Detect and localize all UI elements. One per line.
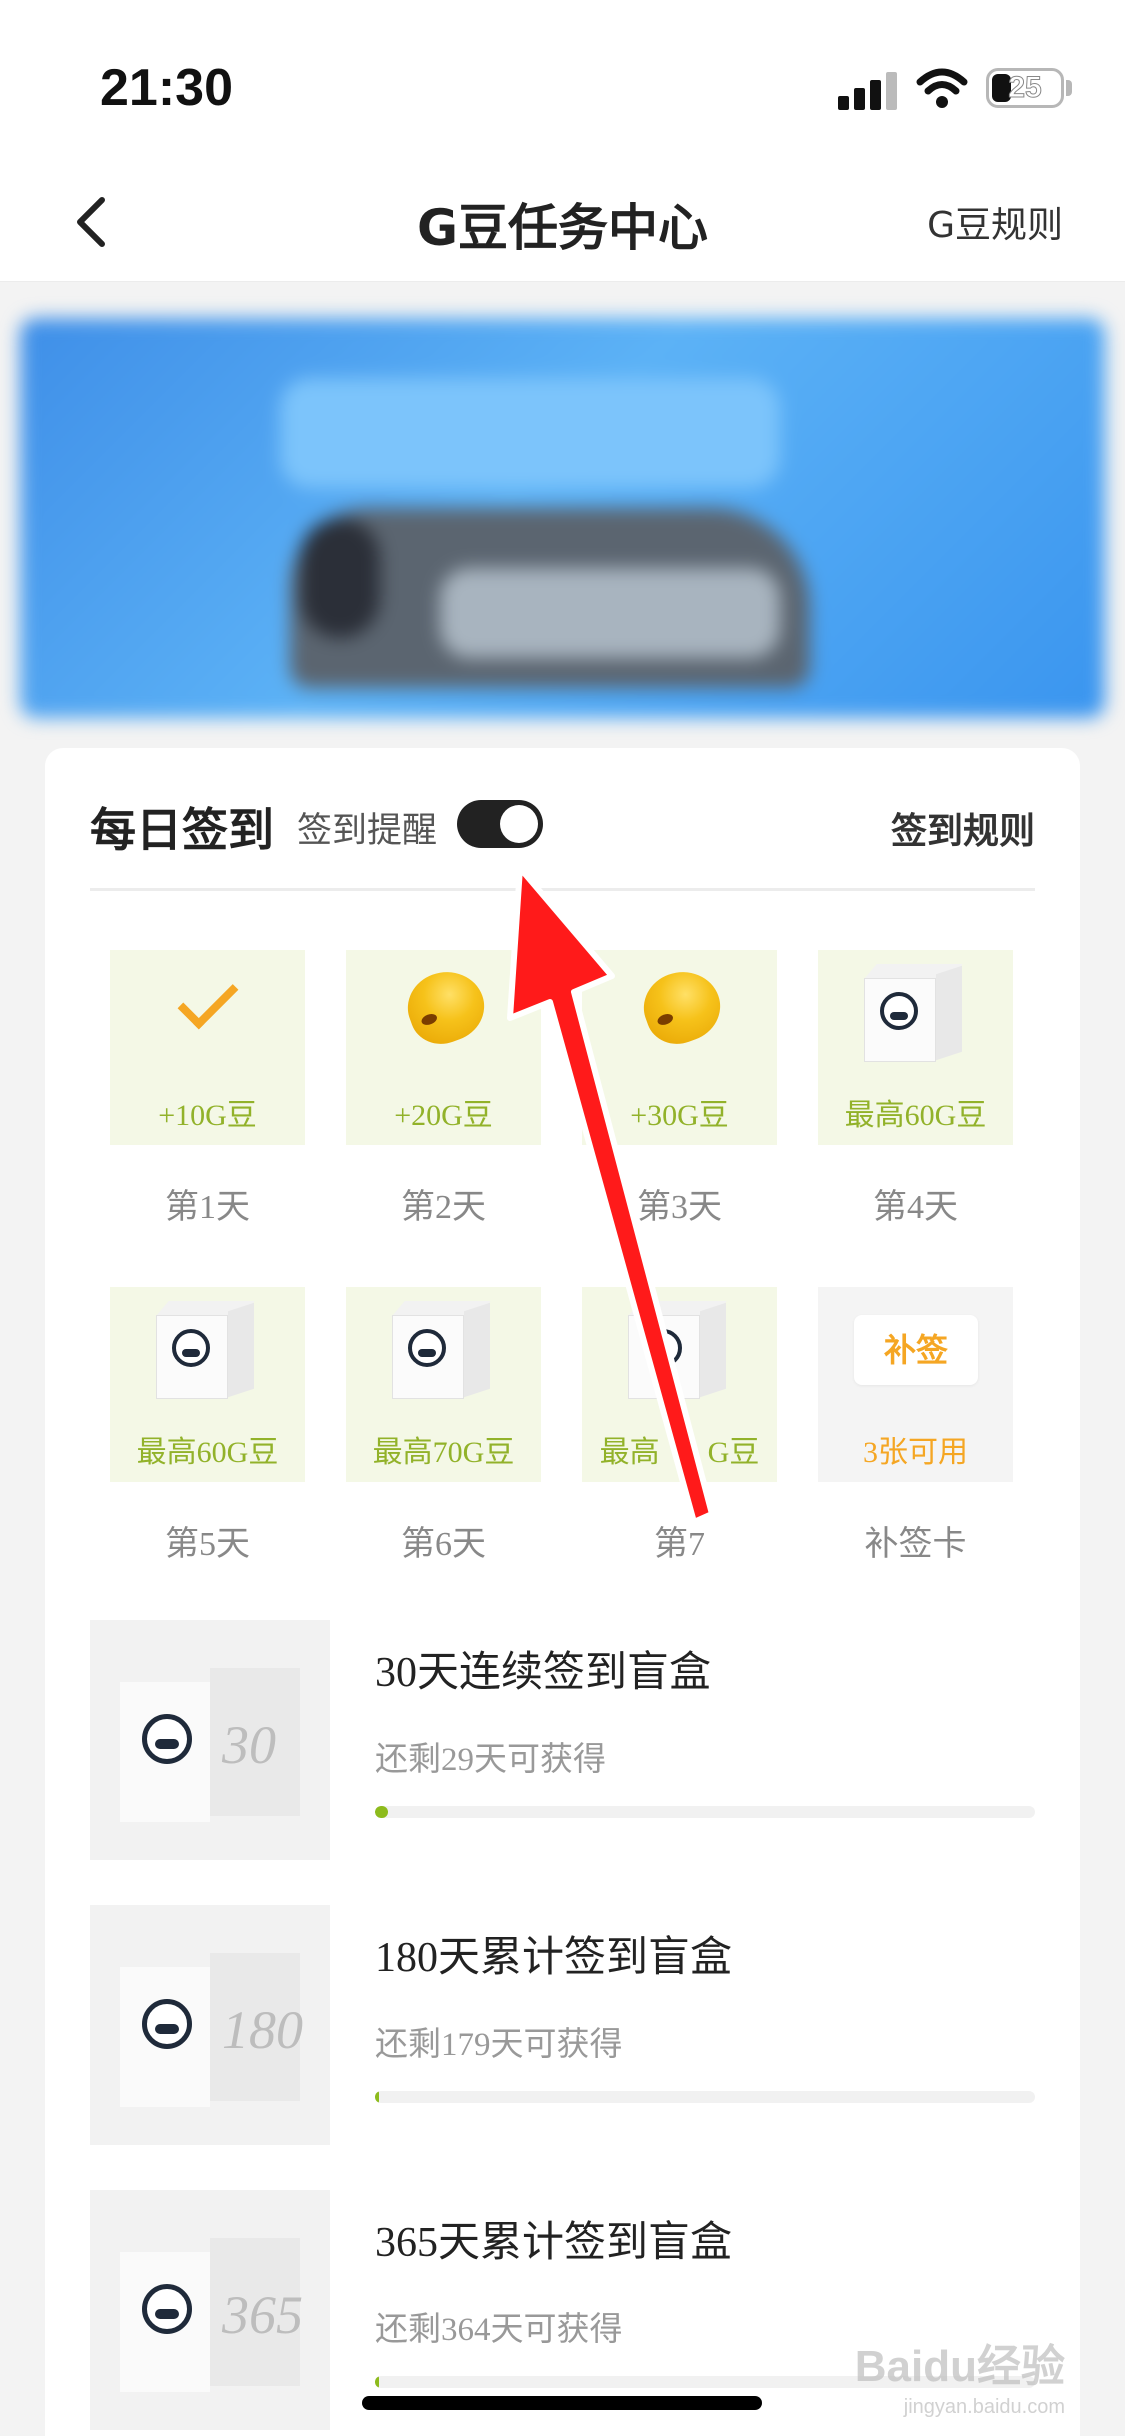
gift-box-icon (155, 1301, 258, 1401)
blind-box-thumbnail: 180 (90, 1905, 330, 2145)
day-cell-4[interactable]: 最高60G豆 第4天 (818, 950, 1013, 1287)
progress-fill (375, 1806, 389, 1818)
divider (90, 888, 1035, 891)
gift-box-icon (627, 1301, 730, 1401)
cube-number: 30 (222, 1715, 276, 1775)
makeup-ticket-icon: 补签 (854, 1315, 978, 1385)
blind-box-item[interactable]: 30 30天连续签到盲盒 还剩29天可获得 (90, 1620, 1035, 1905)
day-label: 第2天 (401, 1189, 486, 1226)
day-reward: 最高70G豆 (372, 1436, 515, 1469)
day-cell-1[interactable]: +10G豆 第1天 (110, 950, 305, 1287)
makeup-badge: 补签 (883, 1331, 948, 1369)
day-reward-prefix: 最高 (599, 1436, 660, 1469)
day-label: 第6天 (401, 1526, 486, 1563)
day-cell-5[interactable]: 最高60G豆 第5天 (110, 1287, 305, 1624)
blind-box-list: 30 30天连续签到盲盒 还剩29天可获得 180 180天累计签到盲盒 还剩1… (90, 1620, 1035, 2436)
day-label: 第5天 (165, 1526, 250, 1563)
progress-bar (375, 1806, 1035, 1818)
day-box: 补签 3张可用 (818, 1287, 1013, 1482)
cube-number: 180 (222, 2000, 303, 2060)
blind-box-remaining: 还剩179天可获得 (375, 2027, 623, 2063)
cube-icon: 30 (120, 1664, 300, 1824)
day-box: 最高60G豆 (818, 950, 1013, 1145)
progress-bar (375, 2091, 1035, 2103)
day-reward: 最高60G豆 (844, 1099, 987, 1132)
cube-number: 365 (222, 2285, 303, 2345)
reminder-label: 签到提醒 (297, 811, 438, 851)
day-box: +20G豆 (346, 950, 541, 1145)
day-label: 第3天 (637, 1189, 722, 1226)
cube-icon: 180 (120, 1949, 303, 2109)
blind-box-remaining: 还剩29天可获得 (375, 1742, 606, 1778)
day-reward: 最高 G豆 (582, 1427, 777, 1471)
blind-box-name: 180天累计签到盲盒 (375, 1935, 733, 1981)
progress-fill (375, 2091, 379, 2103)
day-label: 第4天 (873, 1189, 958, 1226)
battery-level: 25 (1008, 71, 1042, 105)
day-cell-7[interactable]: 最高 G豆 第7 (582, 1287, 777, 1624)
battery-cap (1066, 80, 1072, 96)
day-reward: +20G豆 (394, 1099, 493, 1132)
checkin-title: 每日签到 (90, 803, 274, 857)
day-cell-3[interactable]: +30G豆 第3天 (582, 950, 777, 1287)
day-reward: 最高60G豆 (136, 1436, 279, 1469)
checkmark-icon (177, 968, 239, 1030)
day-reward: +10G豆 (158, 1099, 257, 1132)
checkin-rules-link[interactable]: 签到规则 (891, 802, 1035, 854)
gift-box-icon (391, 1301, 494, 1401)
promo-banner[interactable] (20, 318, 1105, 718)
blind-box-remaining: 还剩364天可获得 (375, 2312, 623, 2348)
cellular-signal-icon (838, 72, 898, 110)
day-cell-6[interactable]: 最高70G豆 第6天 (346, 1287, 541, 1624)
day-reward-suffix: G豆 (707, 1436, 760, 1469)
blind-box-item[interactable]: 180 180天累计签到盲盒 还剩179天可获得 (90, 1905, 1035, 2190)
day-box: 最高 G豆 (582, 1287, 777, 1482)
watermark: Baidu经验 jingyan.baidu.com (855, 2330, 1065, 2419)
checkin-header: 每日签到 签到提醒 签到规则 (45, 748, 1080, 891)
cube-icon: 365 (120, 2234, 303, 2394)
daily-checkin-card: 每日签到 签到提醒 签到规则 +10G豆 第1天 +20G豆 第2天 +30G豆… (45, 748, 1080, 2436)
day-cell-2[interactable]: +20G豆 第2天 (346, 950, 541, 1287)
watermark-sub: jingyan.baidu.com (903, 2396, 1065, 2418)
blind-box-name: 365天累计签到盲盒 (375, 2220, 733, 2266)
day-label: 第7 (654, 1526, 705, 1563)
day-box: +10G豆 (110, 950, 305, 1145)
reminder-toggle[interactable] (457, 800, 543, 848)
toggle-knob (500, 805, 538, 843)
g-bean-rules-link[interactable]: G豆规则 (927, 196, 1063, 248)
day-box: 最高70G豆 (346, 1287, 541, 1482)
status-time: 21:30 (100, 59, 233, 117)
makeup-card-cell[interactable]: 补签 3张可用 补签卡 (818, 1287, 1013, 1624)
day-grid: +10G豆 第1天 +20G豆 第2天 +30G豆 第3天 最高60G豆 第4天… (110, 950, 1015, 1624)
nav-bar: G豆任务中心 G豆规则 (0, 160, 1125, 282)
progress-fill (375, 2376, 379, 2388)
day-box: +30G豆 (582, 950, 777, 1145)
day-label: 补签卡 (864, 1526, 967, 1563)
watermark-text: Baidu经验 (854, 2342, 1065, 2391)
day-box: 最高60G豆 (110, 1287, 305, 1482)
status-bar: 21:30 25 (0, 0, 1125, 160)
blind-box-thumbnail: 30 (90, 1620, 330, 1860)
blind-box-name: 30天连续签到盲盒 (375, 1650, 712, 1696)
blind-box-thumbnail: 365 (90, 2190, 330, 2430)
wifi-icon (916, 68, 968, 108)
gift-box-icon (863, 964, 966, 1064)
battery-icon: 25 (986, 68, 1064, 108)
bean-icon (634, 961, 730, 1053)
day-reward: +30G豆 (630, 1099, 729, 1132)
home-indicator (362, 2396, 762, 2410)
bean-icon (398, 961, 494, 1053)
makeup-count: 3张可用 (863, 1436, 968, 1469)
day-label: 第1天 (165, 1189, 250, 1226)
